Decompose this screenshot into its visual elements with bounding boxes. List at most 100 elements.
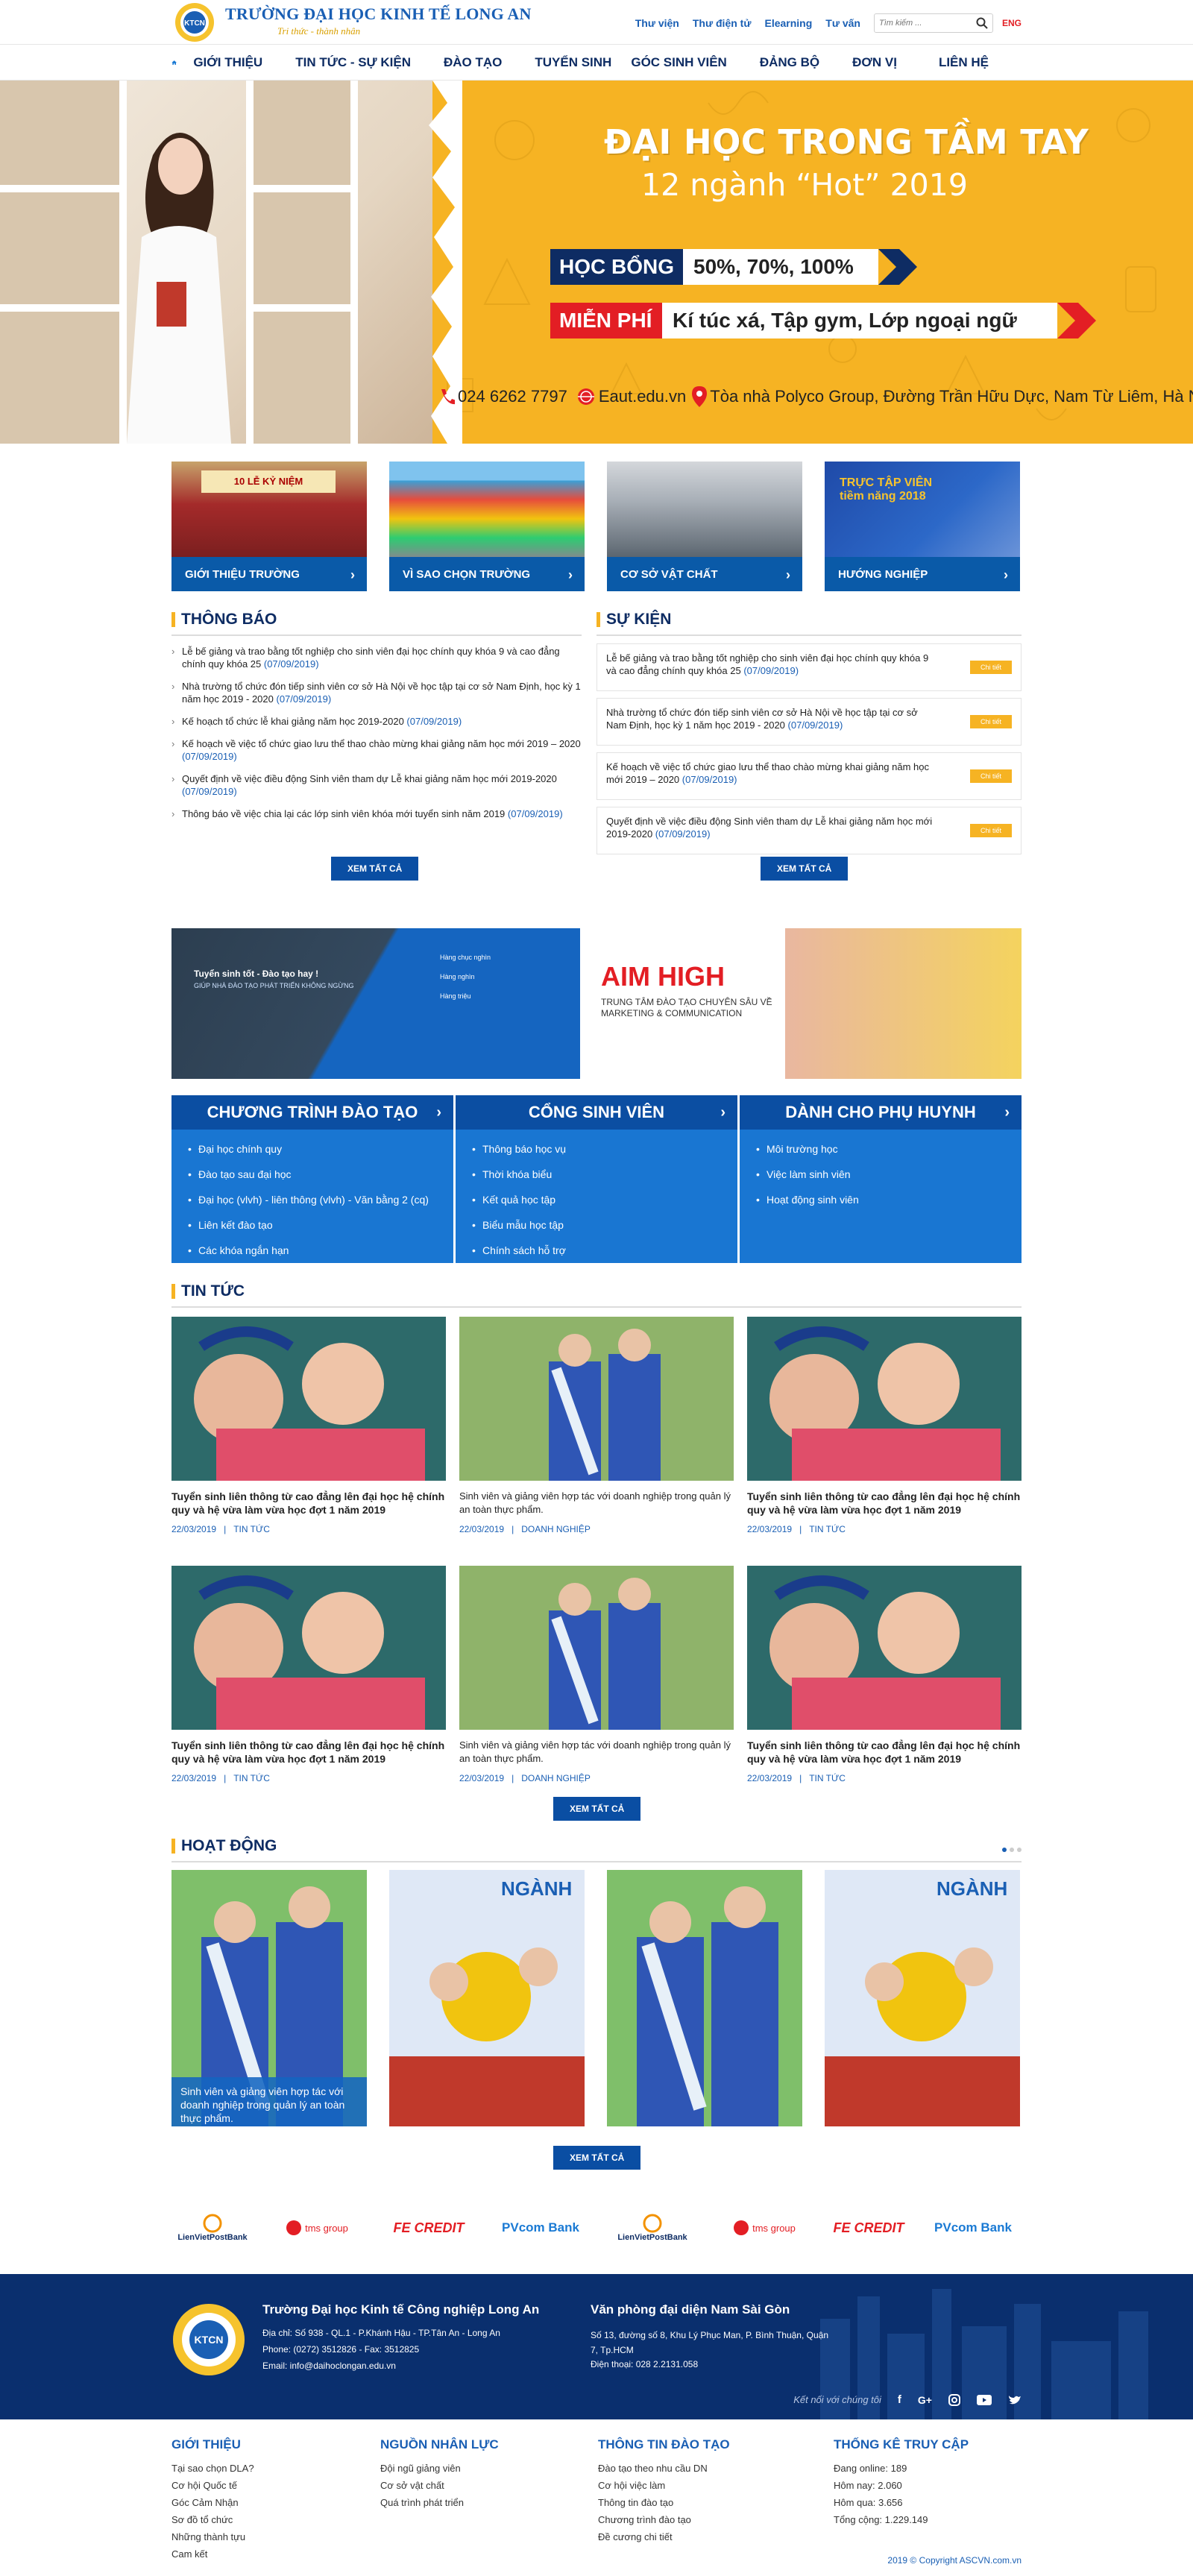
news-card[interactable]: Tuyển sinh liên thông từ cao đẳng lên đạ… [171,1317,446,1534]
partner-logo[interactable]: LienVietPostBank [171,2205,254,2250]
activity-card[interactable]: Sinh viên và giảng viên hợp tác với doan… [171,1870,367,2126]
news-category[interactable]: TIN TỨC [809,1524,846,1534]
footer-link[interactable]: Tại sao chọn DLA? [171,2463,254,2474]
nav-lien-he[interactable]: LIÊN HỆ [939,55,989,70]
home-icon[interactable] [171,56,177,69]
footer-link[interactable]: Đào tạo theo nhu cầu DN [598,2463,730,2474]
panel-link[interactable]: Chính sách hỗ trợ [472,1244,737,1256]
panel-link[interactable]: Kết quả học tập [472,1194,737,1206]
footer-link[interactable]: Đội ngũ giảng viên [380,2463,499,2474]
activity-card[interactable] [607,1870,802,2126]
event-item[interactable]: Lễ bế giảng và trao bằng tốt nghiệp cho … [596,643,1022,691]
event-item[interactable]: Quyết định về việc điều động Sinh viên t… [596,807,1022,854]
nav-tin-tuc-su-kien[interactable]: TIN TỨC - SỰ KIỆN [295,55,411,70]
partner-logo[interactable]: tms group [276,2205,358,2250]
footer-link[interactable]: Cơ sở vật chất [380,2480,499,2491]
panel-link[interactable]: Biểu mẫu học tập [472,1219,737,1231]
footer-link[interactable]: Sơ đồ tổ chức [171,2514,254,2525]
list-item[interactable]: Lễ bế giảng và trao bằng tốt nghiệp cho … [171,645,582,670]
tile-gioi-thieu[interactable]: 10 LỄ KỶ NIỆM GIỚI THIỆU TRƯỜNG › [171,462,367,591]
news-card[interactable]: Tuyển sinh liên thông từ cao đẳng lên đạ… [747,1566,1022,1783]
panel-link[interactable]: Thông báo học vụ [472,1143,737,1155]
link-library[interactable]: Thư viện [635,17,679,29]
activity-card[interactable]: NGÀNH [389,1870,585,2126]
event-detail-button[interactable]: Chi tiết [970,824,1012,837]
footer-link[interactable]: Thông tin đào tạo [598,2497,730,2508]
tile-huong-nghiep[interactable]: TRỰC TẬP VIÊN tiềm năng 2018 HƯỚNG NGHIỆ… [825,462,1020,591]
su-kien-view-all-button[interactable]: XEM TẤT CẢ [761,857,849,881]
twitter-icon[interactable] [1008,2395,1022,2405]
footer-link[interactable]: Góc Cảm Nhận [171,2497,254,2508]
school-logo[interactable]: KTCN [171,1,218,43]
link-elearning[interactable]: Elearning [764,17,812,29]
brand[interactable]: Trường Đại Học Kinh Tế Long An Tri thức … [225,4,532,37]
footer-link[interactable]: Cơ hội việc làm [598,2480,730,2491]
tin-tuc-view-all-button[interactable]: XEM TẤT CẢ [553,1797,641,1821]
news-category[interactable]: TIN TỨC [809,1773,846,1783]
carousel-dot-active[interactable] [1002,1848,1007,1852]
link-consult[interactable]: Tư vấn [825,17,860,29]
carousel-dot[interactable] [1010,1848,1014,1852]
footer-link[interactable]: Cơ hội Quốc tế [171,2480,254,2491]
search-input[interactable] [878,19,976,28]
nav-tuyen-sinh[interactable]: TUYỂN SINH [535,55,611,70]
news-card[interactable]: Tuyển sinh liên thông từ cao đẳng lên đạ… [747,1317,1022,1534]
panel-link[interactable]: Đào tạo sau đại học [188,1168,453,1180]
panel-link[interactable]: Thời khóa biểu [472,1168,737,1180]
partner-logo[interactable]: FE CREDIT [828,2205,910,2250]
tile-vi-sao-chon[interactable]: VÌ SAO CHỌN TRƯỜNG › [389,462,585,591]
panel-link[interactable]: Liên kết đào tạo [188,1219,453,1231]
footer-link[interactable]: Chương trình đào tạo [598,2514,730,2525]
panel-link[interactable]: Hoạt động sinh viên [756,1194,1022,1206]
hoat-dong-view-all-button[interactable]: XEM TẤT CẢ [553,2146,641,2170]
event-item[interactable]: Kế hoạch về việc tổ chức giao lưu thể th… [596,752,1022,800]
partner-logo[interactable]: tms group [723,2205,805,2250]
hero-banner[interactable]: ĐẠI HỌC TRONG TẦM TAY 12 ngành “Hot” 201… [0,81,1193,444]
nav-goc-sinh-vien[interactable]: GÓC SINH VIÊN [631,55,726,70]
list-item[interactable]: Kế hoạch về việc tổ chức giao lưu thể th… [171,737,582,763]
partner-logo[interactable]: FE CREDIT [388,2205,470,2250]
tile-co-so-vat-chat[interactable]: CƠ SỞ VẬT CHẤT › [607,462,802,591]
panel-link[interactable]: Đại học chính quy [188,1143,453,1155]
panel-link[interactable]: Đại học (vlvh) - liên thông (vlvh) - Văn… [188,1194,453,1206]
panel-link[interactable]: Việc làm sinh viên [756,1168,1022,1180]
link-email[interactable]: Thư điện tử [693,17,752,29]
thong-bao-view-all-button[interactable]: XEM TẤT CẢ [331,857,419,881]
event-item[interactable]: Nhà trường tổ chức đón tiếp sinh viên cơ… [596,698,1022,746]
nav-gioi-thieu[interactable]: GIỚI THIỆU [193,55,262,70]
news-card[interactable]: Tuyển sinh liên thông từ cao đẳng lên đạ… [171,1566,446,1783]
news-card[interactable]: Sinh viên và giảng viên hợp tác với doan… [459,1317,734,1534]
footer-link[interactable]: Những thành tựu [171,2531,254,2542]
google-plus-icon[interactable]: G+ [918,2394,932,2406]
partner-logo[interactable]: PVcom Bank [932,2205,1014,2250]
list-item[interactable]: Nhà trường tổ chức đón tiếp sinh viên cơ… [171,680,582,705]
event-detail-button[interactable]: Chi tiết [970,661,1012,674]
footer-link[interactable]: Cam kết [171,2548,254,2560]
activity-card[interactable]: NGÀNH [825,1870,1020,2126]
panel-header[interactable]: DÀNH CHO PHỤ HUYNH › [740,1095,1022,1130]
list-item[interactable]: Quyết định về việc điều động Sinh viên t… [171,772,582,798]
panel-header[interactable]: CHƯƠNG TRÌNH ĐÀO TẠO › [171,1095,453,1130]
banner-left[interactable]: Tuyển sinh tốt - Đào tạo hay ! GIÚP NHÀ … [171,928,580,1079]
footer-link[interactable]: Quá trình phát triển [380,2497,499,2508]
language-switch[interactable]: ENG [1002,18,1022,28]
panel-header[interactable]: CỔNG SINH VIÊN › [456,1095,737,1130]
youtube-icon[interactable] [977,2394,992,2405]
news-category[interactable]: TIN TỨC [233,1524,270,1534]
list-item[interactable]: Thông báo về việc chia lại các lớp sinh … [171,807,582,820]
news-category[interactable]: DOANH NGHIỆP [521,1524,591,1534]
list-item[interactable]: Kế hoạch tổ chức lễ khai giảng năm học 2… [171,715,582,728]
banner-right[interactable]: AIM HIGH TRUNG TÂM ĐÀO TẠO CHUYÊN SÂU VỀ… [592,928,1022,1079]
nav-dang-bo[interactable]: ĐẢNG BỘ [760,55,819,70]
news-card[interactable]: Sinh viên và giảng viên hợp tác với doan… [459,1566,734,1783]
carousel-dot[interactable] [1017,1848,1022,1852]
nav-don-vi[interactable]: ĐƠN VỊ [852,55,897,70]
panel-link[interactable]: Các khóa ngắn hạn [188,1244,453,1256]
panel-link[interactable]: Môi trường học [756,1143,1022,1155]
partner-logo[interactable]: PVcom Bank [500,2205,582,2250]
nav-dao-tao[interactable]: ĐÀO TẠO [444,55,502,70]
event-detail-button[interactable]: Chi tiết [970,769,1012,783]
footer-email[interactable]: Email: info@daihoclongan.edu.vn [262,2361,539,2371]
search-icon[interactable] [976,17,988,29]
facebook-icon[interactable]: f [898,2393,901,2406]
